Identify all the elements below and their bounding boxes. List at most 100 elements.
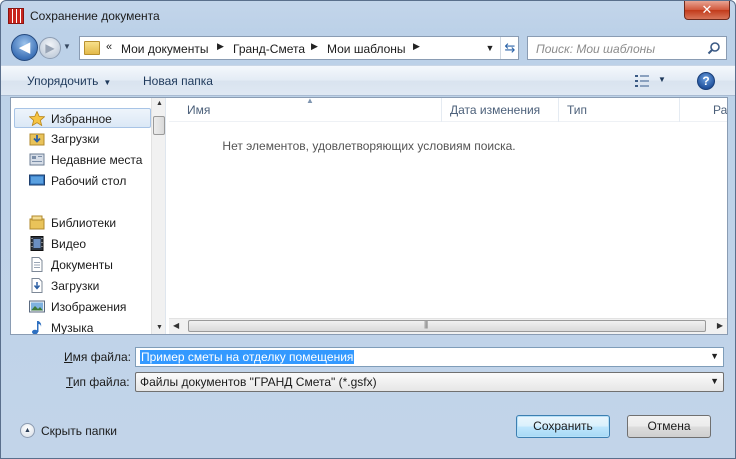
file-list-pane: ▲ Имя Дата изменения Тип Размер Нет элем… bbox=[169, 98, 727, 334]
refresh-icon[interactable]: ⇆ bbox=[500, 37, 519, 59]
address-dropdown-icon[interactable]: ▼ bbox=[482, 37, 498, 59]
breadcrumb-separator-icon[interactable]: ▶ bbox=[217, 41, 224, 52]
filetype-label-rest: ип файла: bbox=[72, 375, 130, 389]
window-title: Сохранение документа bbox=[30, 9, 160, 23]
sidebar-item-pictures[interactable]: Изображения bbox=[11, 297, 151, 317]
history-dropdown-icon[interactable]: ▼ bbox=[63, 42, 73, 54]
save-dialog-window: Сохранение документа ✕ ◀ ▶ ▼ « Мои докум… bbox=[0, 0, 736, 459]
navigation-scrollbar[interactable]: ▲ ▼ bbox=[151, 98, 165, 334]
sidebar-item-documents[interactable]: Документы bbox=[11, 255, 151, 275]
help-icon: ? bbox=[702, 74, 710, 88]
column-header-row: ▲ Имя Дата изменения Тип Размер bbox=[169, 98, 727, 122]
save-button[interactable]: Сохранить bbox=[516, 415, 610, 438]
video-icon bbox=[30, 236, 44, 251]
scroll-down-icon[interactable]: ▼ bbox=[156, 324, 163, 331]
filetype-select[interactable]: Файлы документов "ГРАНД Смета" (*.gsfx) … bbox=[135, 372, 724, 392]
sidebar-item-label: Загрузки bbox=[51, 132, 100, 146]
sidebar-item-label: Библиотеки bbox=[51, 216, 117, 230]
sidebar-item-music[interactable]: Музыка bbox=[11, 318, 151, 334]
filetype-label-accel: Т bbox=[66, 375, 73, 389]
search-box[interactable]: Поиск: Мои шаблоны bbox=[527, 36, 727, 60]
pictures-icon bbox=[29, 300, 45, 313]
command-bar: Упорядочить ▼ Новая папка ▼ ? bbox=[1, 65, 735, 96]
column-type-label: Тип bbox=[567, 103, 588, 117]
sidebar-item-label: Музыка bbox=[51, 321, 94, 334]
column-name[interactable]: Имя bbox=[179, 98, 442, 122]
cancel-button[interactable]: Отмена bbox=[627, 415, 711, 438]
filename-input[interactable]: Пример сметы на отделку помещения bbox=[140, 350, 355, 364]
view-options-dropdown-icon[interactable]: ▼ bbox=[658, 75, 666, 84]
recent-places-icon bbox=[29, 153, 45, 166]
title-bar[interactable]: Сохранение документа ✕ bbox=[1, 1, 735, 31]
browser-content: Избранное Загрузки Недавние места Рабочи… bbox=[10, 97, 728, 335]
libraries-icon bbox=[29, 215, 45, 230]
organize-menu-button[interactable]: Упорядочить ▼ bbox=[27, 74, 111, 88]
star-icon bbox=[29, 111, 45, 126]
search-icon[interactable] bbox=[707, 41, 721, 55]
overflow-chevron-icon[interactable]: « bbox=[106, 41, 112, 53]
filetype-selected-value: Файлы документов "ГРАНД Смета" (*.gsfx) bbox=[140, 375, 377, 389]
close-button[interactable]: ✕ bbox=[684, 1, 730, 20]
sidebar-item-downloads[interactable]: Загрузки bbox=[11, 129, 151, 149]
change-view-icon[interactable] bbox=[635, 75, 649, 87]
horizontal-scrollbar[interactable]: ◀ ||| ▶ bbox=[169, 318, 727, 334]
sidebar-item-desktop[interactable]: Рабочий стол bbox=[11, 171, 151, 191]
breadcrumb-separator-icon[interactable]: ▶ bbox=[413, 41, 420, 52]
breadcrumb-my-documents[interactable]: Мои документы bbox=[121, 42, 208, 56]
scroll-right-icon[interactable]: ▶ bbox=[717, 321, 723, 330]
collapse-up-icon: ▲ bbox=[20, 423, 35, 438]
sidebar-item-label: Документы bbox=[51, 258, 113, 272]
folder-icon bbox=[84, 41, 100, 55]
sidebar-item-label: Видео bbox=[51, 237, 87, 251]
downloads-icon bbox=[31, 278, 43, 293]
sidebar-item-video[interactable]: Видео bbox=[11, 234, 151, 254]
scrollbar-grip-icon: ||| bbox=[424, 320, 428, 329]
navigation-bar: ◀ ▶ ▼ « Мои документы ▶ Гранд-Смета ▶ Мо… bbox=[1, 31, 735, 65]
empty-results-message: Нет элементов, удовлетворяющих условиям … bbox=[222, 139, 516, 153]
breadcrumb-separator-icon[interactable]: ▶ bbox=[311, 41, 318, 52]
scrollbar-thumb[interactable] bbox=[188, 320, 706, 332]
forward-button[interactable]: ▶ bbox=[39, 37, 61, 59]
scrollbar-thumb[interactable] bbox=[153, 116, 165, 135]
column-date-modified[interactable]: Дата изменения bbox=[442, 98, 559, 122]
help-button[interactable]: ? bbox=[697, 72, 715, 90]
chevron-down-icon[interactable]: ▼ bbox=[710, 376, 719, 386]
scroll-left-icon[interactable]: ◀ bbox=[173, 321, 179, 330]
chevron-down-icon[interactable]: ▼ bbox=[710, 351, 719, 361]
sidebar-item-label: Избранное bbox=[51, 112, 112, 126]
back-arrow-icon: ◀ bbox=[18, 39, 31, 56]
chevron-down-icon: ▼ bbox=[103, 78, 112, 87]
music-icon bbox=[32, 321, 42, 334]
sidebar-item-libraries[interactable]: Библиотеки bbox=[11, 213, 151, 233]
scroll-up-icon[interactable]: ▲ bbox=[156, 100, 163, 107]
column-type[interactable]: Тип bbox=[559, 98, 680, 122]
address-bar[interactable]: « Мои документы ▶ Гранд-Смета ▶ Мои шабл… bbox=[79, 36, 519, 60]
filename-label: Имя файла: bbox=[64, 350, 131, 364]
filename-label-rest: мя файла: bbox=[72, 350, 131, 364]
sidebar-item-recent-places[interactable]: Недавние места bbox=[11, 150, 151, 170]
filetype-label: Тип файла: bbox=[66, 375, 130, 389]
downloads-folder-icon bbox=[29, 133, 45, 146]
new-folder-button[interactable]: Новая папка bbox=[143, 74, 213, 88]
breadcrumb-grand-smeta[interactable]: Гранд-Смета bbox=[233, 42, 305, 56]
documents-icon bbox=[31, 257, 43, 272]
breadcrumb-my-templates[interactable]: Мои шаблоны bbox=[327, 42, 406, 56]
sidebar-item-label: Рабочий стол bbox=[51, 174, 127, 188]
column-name-label: Имя bbox=[187, 103, 211, 117]
sidebar-item-library-downloads[interactable]: Загрузки bbox=[11, 276, 151, 296]
sidebar-item-label: Загрузки bbox=[51, 279, 100, 293]
column-date-label: Дата изменения bbox=[450, 103, 541, 117]
app-icon bbox=[8, 8, 24, 24]
column-size[interactable]: Размер bbox=[705, 98, 727, 122]
column-size-label: Размер bbox=[713, 103, 727, 117]
hide-folders-label: Скрыть папки bbox=[41, 424, 117, 438]
filename-combobox[interactable]: Пример сметы на отделку помещения ▼ bbox=[135, 347, 724, 367]
sidebar-item-favorites[interactable]: Избранное bbox=[14, 108, 151, 128]
back-button[interactable]: ◀ bbox=[11, 34, 38, 61]
close-icon: ✕ bbox=[701, 2, 713, 17]
search-input[interactable]: Поиск: Мои шаблоны bbox=[536, 42, 655, 56]
forward-arrow-icon: ▶ bbox=[45, 41, 55, 55]
sidebar-item-label: Недавние места bbox=[51, 153, 143, 167]
filename-label-accel: И bbox=[64, 350, 73, 364]
desktop-icon bbox=[29, 174, 45, 186]
